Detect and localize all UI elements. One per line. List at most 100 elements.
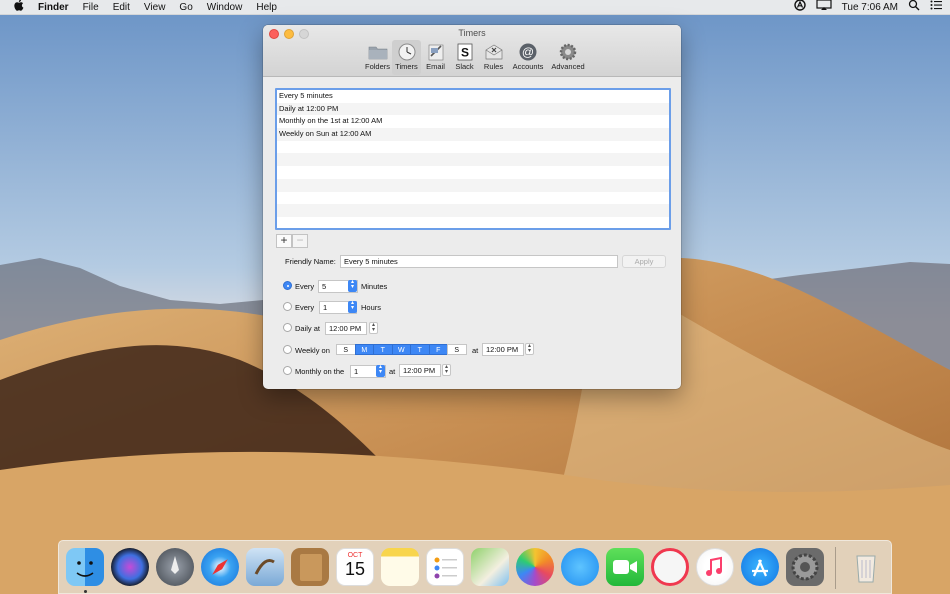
empty-row — [277, 217, 669, 228]
email-icon — [428, 44, 443, 61]
window-titlebar: Timers Folders Timers Email S Slack Rule… — [263, 25, 681, 77]
menu-help[interactable]: Help — [256, 0, 277, 15]
day-thu-toggle[interactable]: T — [410, 344, 430, 355]
every-minutes-radio[interactable] — [283, 281, 292, 290]
monthly-label: Monthly on the — [295, 367, 345, 376]
tab-timers[interactable]: Timers — [392, 40, 421, 75]
tab-rules[interactable]: Rules — [479, 40, 508, 75]
news-icon[interactable] — [651, 548, 689, 586]
timers-preferences-window: Timers Folders Timers Email S Slack Rule… — [263, 25, 681, 389]
tab-slack[interactable]: S Slack — [450, 40, 479, 75]
apply-button[interactable]: Apply — [622, 255, 666, 268]
every-hours-radio[interactable] — [283, 302, 292, 311]
tab-folders[interactable]: Folders — [363, 40, 392, 75]
add-timer-button[interactable]: + — [276, 234, 292, 248]
menu-file[interactable]: File — [83, 0, 99, 15]
empty-row — [277, 192, 669, 205]
messages-icon[interactable] — [561, 548, 599, 586]
menu-edit[interactable]: Edit — [113, 0, 130, 15]
remove-timer-button[interactable]: − — [292, 234, 308, 248]
day-tue-toggle[interactable]: T — [373, 344, 393, 355]
dock: OCT 15 — [58, 540, 892, 594]
menu-go[interactable]: Go — [179, 0, 192, 15]
day-fri-toggle[interactable]: F — [428, 344, 448, 355]
trash-icon[interactable] — [847, 548, 885, 586]
calendar-day: 15 — [344, 559, 366, 579]
tab-email[interactable]: Email — [421, 40, 450, 75]
weekly-time-stepper[interactable]: ▴ ▾ — [525, 343, 534, 355]
monthly-at-label: at — [389, 367, 396, 376]
notification-center-icon[interactable] — [930, 0, 942, 16]
weekly-at-label: at — [472, 346, 479, 355]
facetime-icon[interactable] — [606, 548, 644, 586]
mail-icon[interactable] — [246, 548, 284, 586]
calendar-icon[interactable]: OCT 15 — [336, 548, 374, 586]
preferences-toolbar: Folders Timers Email S Slack Rules @ Acc… — [363, 40, 588, 75]
list-item[interactable]: Daily at 12:00 PM — [277, 102, 669, 116]
empty-row — [277, 153, 669, 167]
system-preferences-icon[interactable] — [786, 548, 824, 586]
hours-unit-label: Hours — [361, 303, 382, 312]
minutes-unit-label: Minutes — [361, 282, 388, 291]
tab-advanced[interactable]: Advanced — [548, 40, 588, 75]
day-wed-toggle[interactable]: W — [391, 344, 411, 355]
launchpad-icon[interactable] — [156, 548, 194, 586]
menu-window[interactable]: Window — [207, 0, 243, 15]
monthly-day-stepper[interactable]: ▴ ▾ — [376, 364, 385, 377]
window-title: Timers — [458, 28, 486, 38]
menu-app-name[interactable]: Finder — [38, 0, 69, 15]
friendly-name-field[interactable]: Every 5 minutes — [340, 255, 618, 268]
list-item[interactable]: Every 5 minutes — [277, 90, 669, 103]
finder-icon[interactable] — [66, 548, 104, 586]
day-mon-toggle[interactable]: M — [354, 344, 374, 355]
spotlight-search-icon[interactable] — [908, 0, 920, 16]
daily-radio[interactable] — [283, 323, 292, 332]
weekly-time-field[interactable]: 12:00 PM — [482, 343, 524, 356]
airplay-display-icon[interactable] — [816, 0, 832, 16]
calendar-month: OCT — [347, 552, 363, 559]
gear-icon — [559, 43, 577, 61]
list-buttons: + − — [276, 234, 308, 248]
weekday-selector: S M T W T F S — [336, 344, 467, 355]
contacts-icon[interactable] — [291, 548, 329, 586]
monthly-time-field[interactable]: 12:00 PM — [399, 364, 441, 377]
daily-time-field[interactable]: 12:00 PM — [325, 322, 367, 335]
daily-time-stepper[interactable]: ▴ ▾ — [369, 322, 378, 334]
weekly-label: Weekly on — [295, 346, 330, 355]
svg-text:@: @ — [522, 45, 534, 59]
finder-running-indicator — [84, 590, 87, 593]
empty-row — [277, 166, 669, 179]
folder-icon — [368, 46, 387, 60]
siri-icon[interactable] — [111, 548, 149, 586]
list-item[interactable]: Weekly on Sun at 12:00 AM — [277, 128, 669, 141]
safari-icon[interactable] — [201, 548, 239, 586]
daily-label: Daily at — [295, 324, 321, 333]
menu-view[interactable]: View — [144, 0, 166, 15]
tab-accounts[interactable]: @ Accounts — [508, 40, 548, 75]
list-item[interactable]: Monthly on the 1st at 12:00 AM — [277, 115, 669, 128]
monthly-time-stepper[interactable]: ▴ ▾ — [442, 364, 451, 376]
dock-separator — [835, 547, 836, 589]
status-app-icon[interactable] — [793, 0, 806, 16]
hours-stepper[interactable]: ▴ ▾ — [348, 300, 357, 313]
minutes-stepper[interactable]: ▴ ▾ — [348, 279, 357, 292]
menu-bar: Finder File Edit View Go Window Help Tue… — [0, 0, 950, 15]
apple-menu-icon[interactable] — [13, 0, 25, 16]
reminders-icon[interactable] — [426, 548, 464, 586]
clock-text[interactable]: Tue 7:06 AM — [842, 0, 898, 15]
friendly-name-label: Friendly Name: — [285, 257, 336, 266]
maps-icon[interactable] — [471, 548, 509, 586]
notes-icon[interactable] — [381, 548, 419, 586]
day-sat-toggle[interactable]: S — [447, 344, 467, 355]
app-store-icon[interactable] — [741, 548, 779, 586]
weekly-radio[interactable] — [283, 345, 292, 354]
monthly-radio[interactable] — [283, 366, 292, 375]
empty-row — [277, 204, 669, 217]
slack-icon: S — [457, 43, 472, 61]
at-sign-icon: @ — [519, 43, 537, 61]
photos-icon[interactable] — [516, 548, 554, 586]
timers-list[interactable]: Every 5 minutes Daily at 12:00 PM Monthl… — [275, 88, 671, 230]
day-sun-toggle[interactable]: S — [336, 344, 356, 355]
music-icon[interactable] — [696, 548, 734, 586]
empty-row — [277, 178, 669, 192]
